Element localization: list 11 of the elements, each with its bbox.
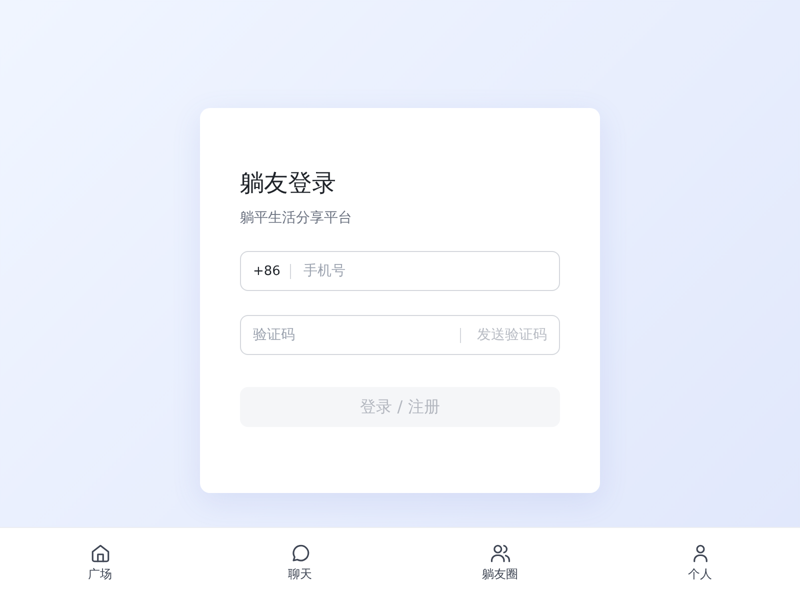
nav-label[interactable]: 聊天 [288,566,312,583]
nav-label[interactable]: 躺友圈 [482,566,518,583]
home-icon[interactable] [90,543,110,564]
login-title: 躺友登录 [240,168,337,199]
phone-field[interactable]: +86 手机号 [240,251,560,291]
country-code[interactable]: +86 [253,264,280,278]
nav-label[interactable]: 广场 [88,566,112,583]
login-subtitle: 躺平生活分享平台 [240,209,353,228]
people-icon[interactable] [490,543,510,564]
nav-label[interactable]: 个人 [688,566,712,583]
chat-icon[interactable] [290,543,310,564]
